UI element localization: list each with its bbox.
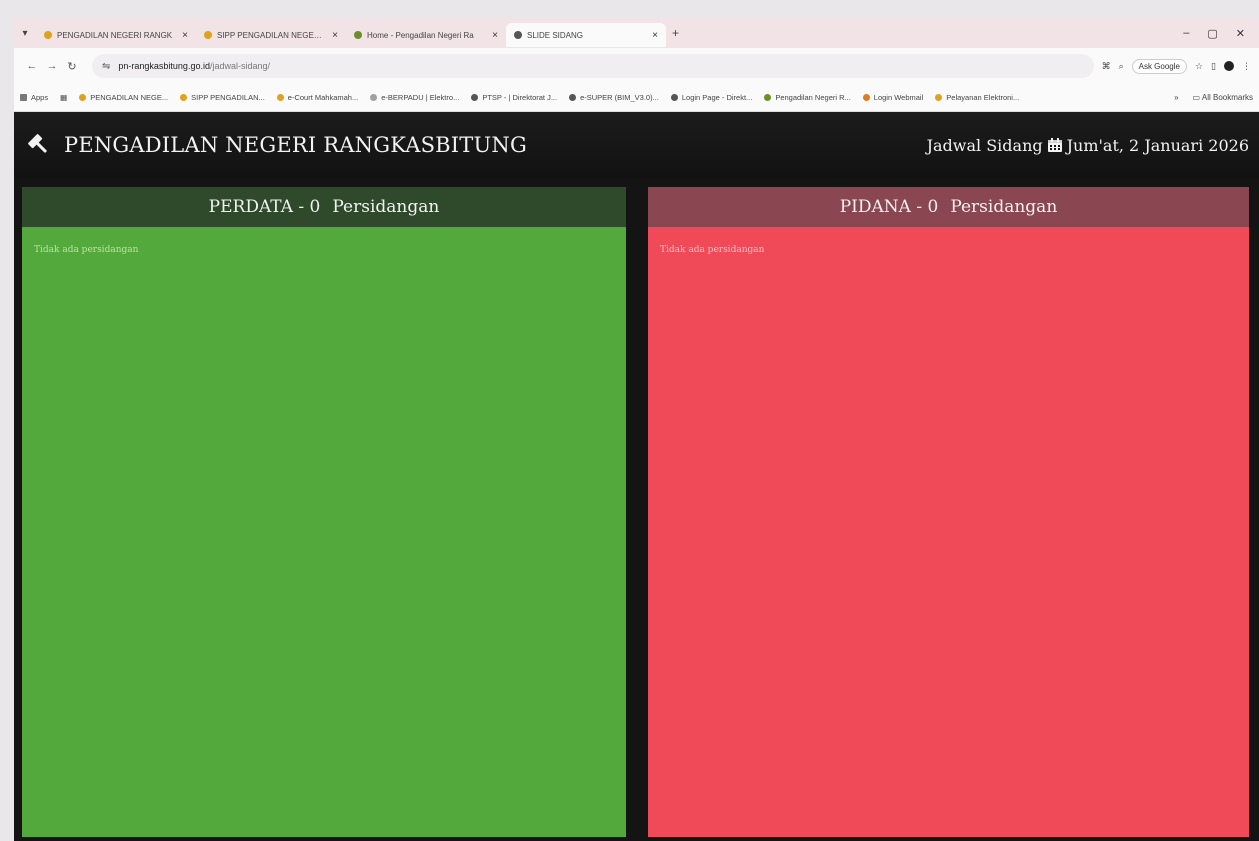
maximize-icon[interactable]: ▢ [1207, 27, 1217, 40]
browser-tab[interactable]: PENGADILAN NEGERI RANGK × [36, 23, 196, 47]
tab-search-icon[interactable]: ▾ [14, 28, 36, 39]
bookmark-item[interactable]: e-SUPER (BIM_V3.0)... [569, 93, 659, 102]
bookmark-star-icon[interactable]: ☆ [1195, 61, 1203, 72]
forward-arrow-icon[interactable]: → [42, 60, 62, 72]
chevron-right-icon[interactable]: » [1174, 93, 1178, 102]
browser-toolbar: ← → ↻ ⇋ pn-rangkasbitung.go.id /jadwal-s… [14, 48, 1259, 84]
bookmark-favicon-icon [276, 94, 284, 101]
bookmark-item[interactable]: Pengadilan Negeri R... [764, 93, 851, 102]
apps-grid-icon [20, 94, 27, 101]
close-icon[interactable]: × [182, 30, 188, 41]
bookmark-item[interactable]: PENGADILAN NEGE... [79, 93, 168, 102]
browser-tab-active[interactable]: SLIDE SIDANG × [506, 23, 666, 47]
bookmark-item[interactable]: Login Webmail [862, 93, 923, 102]
pidana-panel-header: PIDANA - 0 Persidangan [648, 187, 1249, 227]
translate-icon[interactable]: ⌘ [1102, 61, 1111, 72]
new-tab-button[interactable]: + [672, 26, 679, 40]
bookmark-item[interactable]: e-BERPADU | Elektro... [370, 93, 459, 102]
bookmarks-bar: Apps ▦ PENGADILAN NEGE... SIPP PENGADILA… [14, 84, 1259, 112]
window-controls: – ▢ ✕ [1183, 27, 1259, 40]
schedule-info: Jadwal Sidang Jum'at, 2 Januari 2026 [927, 136, 1249, 155]
back-arrow-icon[interactable]: ← [22, 60, 42, 72]
minimize-icon[interactable]: – [1183, 27, 1189, 40]
bookmark-item[interactable]: Login Page - Direkt... [670, 93, 752, 102]
globe-icon [670, 94, 678, 101]
menu-kebab-icon[interactable]: ⋮ [1242, 61, 1251, 72]
bookmark-item[interactable]: PTSP - | Direktorat J... [471, 93, 557, 102]
url-path: /jadwal-sidang/ [209, 61, 271, 71]
site-title: PENGADILAN NEGERI RANGKASBITUNG [64, 133, 527, 157]
close-icon[interactable]: × [652, 30, 658, 41]
bookmark-apps[interactable]: Apps [20, 93, 48, 102]
perdata-empty-message: Tidak ada persidangan [34, 245, 139, 255]
bookmark-favicon-icon [79, 94, 87, 101]
site-settings-icon[interactable]: ⇋ [102, 61, 110, 72]
url-domain: pn-rangkasbitung.go.id [118, 61, 210, 71]
browser-tab[interactable]: Home - Pengadilan Negeri Ra × [346, 23, 506, 47]
gavel-icon [28, 134, 47, 153]
zoom-icon[interactable]: ⌕ [1119, 61, 1124, 72]
grid-icon: ▦ [60, 93, 68, 102]
ask-google-button[interactable]: Ask Google [1131, 58, 1187, 74]
bookmark-item[interactable]: Pelayanan Elektroni... [935, 93, 1019, 102]
globe-icon [569, 94, 577, 101]
all-bookmarks-button[interactable]: ▭ All Bookmarks [1193, 93, 1253, 102]
close-icon[interactable]: × [332, 30, 338, 41]
bookmark-favicon-icon [935, 94, 943, 101]
site-favicon-icon [354, 31, 362, 39]
schedule-label: Jadwal Sidang [926, 135, 1043, 155]
address-bar[interactable]: ⇋ pn-rangkasbitung.go.id /jadwal-sidang/ [92, 54, 1094, 78]
browser-tab[interactable]: SIPP PENGADILAN NEGERI RA × [196, 23, 346, 47]
page-content: PENGADILAN NEGERI RANGKASBITUNG Jadwal S… [14, 112, 1259, 841]
perdata-panel-header: PERDATA - 0 Persidangan [22, 187, 626, 227]
globe-icon [514, 31, 522, 39]
site-favicon-icon [204, 31, 212, 39]
extensions-icon[interactable]: ▯ [1211, 61, 1216, 72]
profile-avatar[interactable] [1224, 61, 1234, 71]
close-window-icon[interactable]: ✕ [1236, 27, 1245, 40]
bookmark-favicon-icon [764, 94, 772, 101]
bookmark-favicon-icon [180, 94, 188, 101]
calendar-icon [1047, 138, 1062, 152]
site-favicon-icon [44, 31, 52, 39]
perdata-panel: PERDATA - 0 Persidangan Tidak ada persid… [22, 187, 626, 837]
perdata-suffix: Persidangan [332, 197, 440, 217]
close-icon[interactable]: × [492, 30, 498, 41]
pidana-panel: PIDANA - 0 Persidangan Tidak ada persida… [648, 187, 1249, 837]
reload-icon[interactable]: ↻ [62, 60, 82, 73]
globe-icon [471, 94, 479, 101]
site-header: PENGADILAN NEGERI RANGKASBITUNG Jadwal S… [14, 112, 1259, 178]
pidana-suffix: Persidangan [950, 197, 1058, 217]
bookmark-grid[interactable]: ▦ [60, 93, 67, 102]
bookmark-favicon-icon [370, 94, 378, 101]
bookmark-favicon-icon [862, 94, 870, 101]
bookmark-item[interactable]: e-Court Mahkamah... [276, 93, 358, 102]
pidana-count-label: PIDANA - 0 [839, 197, 939, 217]
perdata-count-label: PERDATA - 0 [208, 197, 321, 217]
folder-icon: ▭ [1192, 93, 1202, 102]
browser-tab-bar: ▾ PENGADILAN NEGERI RANGK × SIPP PENGADI… [14, 18, 1259, 48]
bookmark-item[interactable]: SIPP PENGADILAN... [180, 93, 265, 102]
schedule-date: Jum'at, 2 Januari 2026 [1066, 135, 1249, 155]
court-panels: PERDATA - 0 Persidangan Tidak ada persid… [22, 187, 1249, 837]
pidana-empty-message: Tidak ada persidangan [660, 245, 765, 255]
